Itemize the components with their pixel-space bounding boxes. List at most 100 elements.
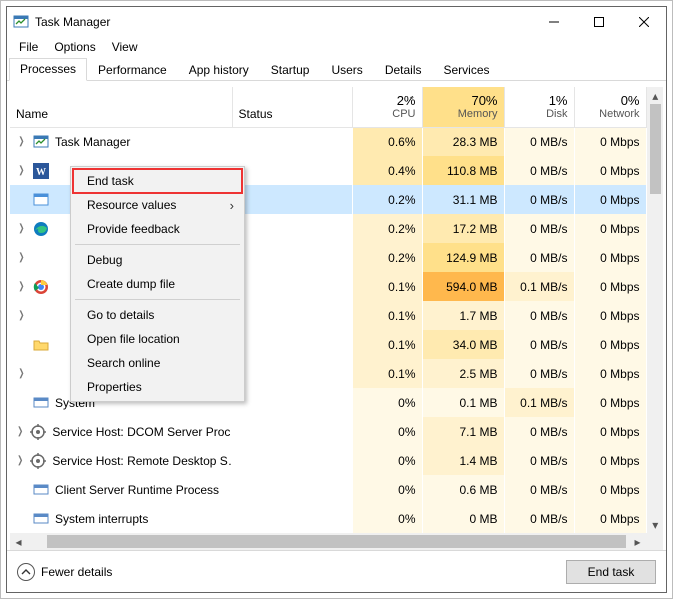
- menu-file[interactable]: File: [11, 38, 46, 56]
- table-row[interactable]: ❯Task Manager0.6%28.3 MB0 MB/s0 Mbps: [10, 127, 646, 156]
- ctx-properties[interactable]: Properties: [73, 375, 242, 399]
- ctx-open-file-location[interactable]: Open file location: [73, 327, 242, 351]
- fewer-details-button[interactable]: Fewer details: [17, 563, 112, 581]
- mem-cell: 1.7 MB: [422, 301, 504, 330]
- net-cell: 0 Mbps: [574, 359, 646, 388]
- expand-icon[interactable]: ❯: [18, 310, 26, 321]
- menu-options[interactable]: Options: [46, 38, 103, 56]
- tab-services[interactable]: Services: [433, 59, 501, 81]
- vertical-scrollbar[interactable]: ▴ ▾: [647, 87, 664, 533]
- tab-performance[interactable]: Performance: [87, 59, 178, 81]
- table-row[interactable]: ❯Service Host: Remote Desktop S…0%1.4 MB…: [10, 446, 646, 475]
- close-button[interactable]: [621, 7, 666, 37]
- status-cell: [232, 504, 352, 533]
- net-cell: 0 Mbps: [574, 243, 646, 272]
- ctx-resource-values[interactable]: Resource values: [73, 193, 242, 217]
- expand-icon[interactable]: ❯: [18, 252, 26, 263]
- tab-users[interactable]: Users: [320, 59, 373, 81]
- menu-view[interactable]: View: [104, 38, 146, 56]
- menu-separator: [75, 299, 240, 300]
- status-cell: [232, 475, 352, 504]
- status-cell: [232, 301, 352, 330]
- table-row[interactable]: System interrupts0%0 MB0 MB/s0 Mbps: [10, 504, 646, 533]
- col-name[interactable]: Name: [10, 87, 232, 127]
- cpu-cell: 0.1%: [352, 272, 422, 301]
- ctx-provide-feedback[interactable]: Provide feedback: [73, 217, 242, 241]
- status-cell: [232, 446, 352, 475]
- expand-icon[interactable]: ❯: [17, 426, 23, 437]
- disk-cell: 0 MB/s: [504, 446, 574, 475]
- mem-cell: 0 MB: [422, 504, 504, 533]
- mem-cell: 594.0 MB: [422, 272, 504, 301]
- process-name: Service Host: Remote Desktop S…: [52, 454, 232, 468]
- cpu-cell: 0.1%: [352, 359, 422, 388]
- mem-cell: 124.9 MB: [422, 243, 504, 272]
- tab-startup[interactable]: Startup: [260, 59, 321, 81]
- net-cell: 0 Mbps: [574, 388, 646, 417]
- status-cell: [232, 185, 352, 214]
- cpu-cell: 0.4%: [352, 156, 422, 185]
- disk-cell: 0.1 MB/s: [504, 388, 574, 417]
- disk-cell: 0 MB/s: [504, 156, 574, 185]
- net-cell: 0 Mbps: [574, 475, 646, 504]
- table-row[interactable]: ❯Service Host: DCOM Server Proc…0%7.1 MB…: [10, 417, 646, 446]
- cpu-cell: 0%: [352, 446, 422, 475]
- status-cell: [232, 388, 352, 417]
- net-cell: 0 Mbps: [574, 417, 646, 446]
- scroll-thumb-h[interactable]: [47, 535, 626, 548]
- expand-icon[interactable]: ❯: [18, 281, 26, 292]
- table-row[interactable]: Client Server Runtime Process0%0.6 MB0 M…: [10, 475, 646, 504]
- ctx-go-to-details[interactable]: Go to details: [73, 303, 242, 327]
- disk-cell: 0 MB/s: [504, 504, 574, 533]
- tab-app-history[interactable]: App history: [178, 59, 260, 81]
- cpu-cell: 0.1%: [352, 301, 422, 330]
- ctx-end-task[interactable]: End task: [73, 169, 242, 193]
- col-status[interactable]: Status: [232, 87, 352, 127]
- mem-cell: 0.1 MB: [422, 388, 504, 417]
- disk-cell: 0 MB/s: [504, 214, 574, 243]
- mem-cell: 110.8 MB: [422, 156, 504, 185]
- col-network[interactable]: 0%Network: [574, 87, 646, 127]
- horizontal-scrollbar[interactable]: ◂ ▸: [10, 533, 663, 550]
- blank-icon: [33, 366, 49, 382]
- title-bar[interactable]: Task Manager: [7, 7, 666, 37]
- mem-cell: 17.2 MB: [422, 214, 504, 243]
- scroll-up-icon[interactable]: ▴: [648, 87, 664, 104]
- tab-details[interactable]: Details: [374, 59, 433, 81]
- col-disk[interactable]: 1%Disk: [504, 87, 574, 127]
- ctx-search-online[interactable]: Search online: [73, 351, 242, 375]
- expand-icon[interactable]: ❯: [18, 368, 26, 379]
- end-task-button[interactable]: End task: [566, 560, 656, 584]
- ctx-debug[interactable]: Debug: [73, 248, 242, 272]
- menu-bar: FileOptionsView: [7, 37, 666, 57]
- maximize-button[interactable]: [576, 7, 621, 37]
- expand-icon[interactable]: ❯: [17, 455, 23, 466]
- minimize-button[interactable]: [531, 7, 576, 37]
- sys-icon: [33, 395, 49, 411]
- cpu-cell: 0%: [352, 417, 422, 446]
- scroll-down-icon[interactable]: ▾: [648, 516, 664, 533]
- tab-processes[interactable]: Processes: [9, 58, 87, 81]
- mem-cell: 7.1 MB: [422, 417, 504, 446]
- expand-icon[interactable]: ❯: [18, 136, 26, 147]
- cpu-cell: 0%: [352, 504, 422, 533]
- ctx-create-dump-file[interactable]: Create dump file: [73, 272, 242, 296]
- scroll-left-icon[interactable]: ◂: [10, 535, 27, 549]
- process-name: Client Server Runtime Process: [55, 483, 219, 497]
- word-icon: W: [33, 163, 49, 179]
- app-icon: [13, 14, 29, 30]
- mem-cell: 31.1 MB: [422, 185, 504, 214]
- edge-icon: [33, 221, 49, 237]
- col-cpu[interactable]: ⌄2%CPU: [352, 87, 422, 127]
- disk-cell: 0 MB/s: [504, 185, 574, 214]
- chrome-icon: [33, 279, 49, 295]
- cpu-cell: 0.1%: [352, 330, 422, 359]
- process-name: System interrupts: [55, 512, 148, 526]
- expand-icon[interactable]: ❯: [18, 223, 26, 234]
- col-memory[interactable]: 70%Memory: [422, 87, 504, 127]
- status-cell: [232, 243, 352, 272]
- scroll-right-icon[interactable]: ▸: [629, 535, 646, 549]
- mem-cell: 2.5 MB: [422, 359, 504, 388]
- scroll-thumb[interactable]: [650, 104, 662, 194]
- expand-icon[interactable]: ❯: [18, 165, 26, 176]
